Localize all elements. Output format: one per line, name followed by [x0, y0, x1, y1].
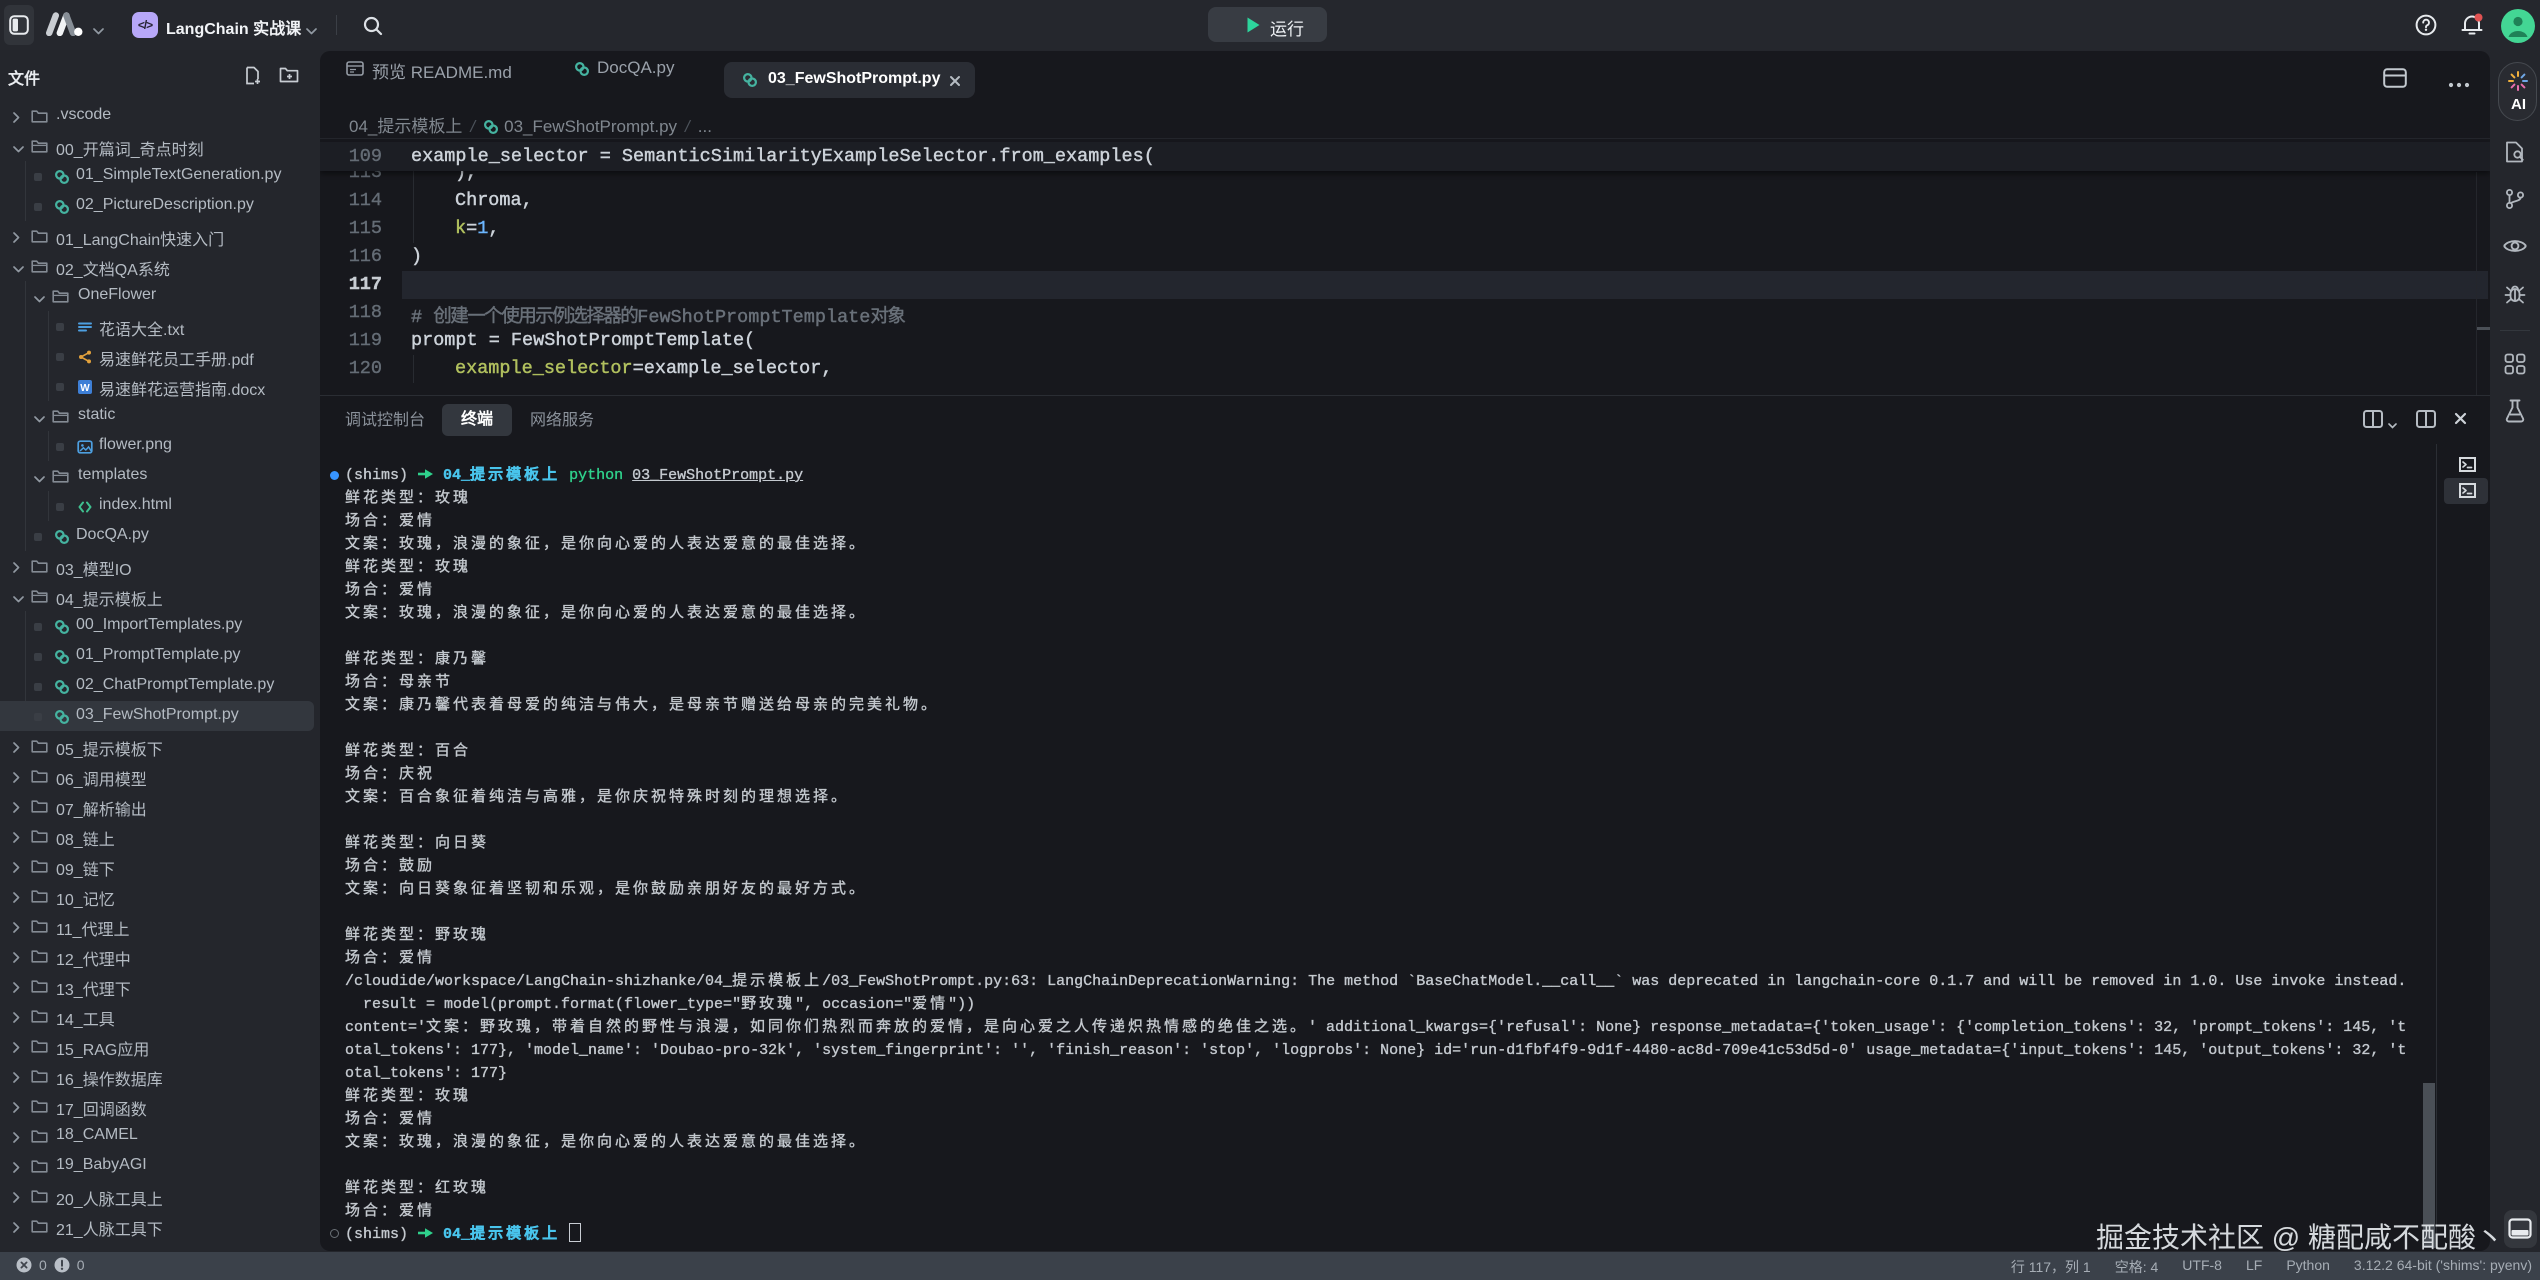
svg-text:W: W	[80, 383, 90, 394]
